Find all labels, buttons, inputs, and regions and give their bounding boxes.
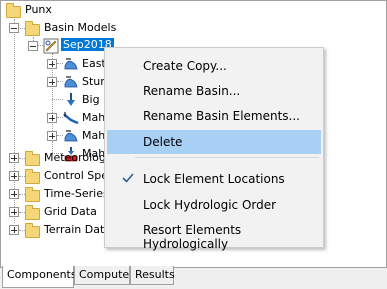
basin-model-icon bbox=[43, 38, 59, 54]
expand-toggle[interactable] bbox=[9, 153, 19, 163]
menu-item-label: Lock Hydrologic Order bbox=[143, 198, 277, 212]
menu-separator bbox=[135, 157, 319, 158]
expand-toggle[interactable] bbox=[47, 131, 57, 141]
subbasin-icon bbox=[64, 76, 78, 88]
tree-node-element-label: Mah bbox=[82, 129, 106, 142]
menu-item-label: Resort Elements Hydrologically bbox=[143, 223, 242, 251]
menu-item-label: Create Copy... bbox=[143, 59, 227, 73]
menu-item-resort-elements[interactable]: Resort Elements Hydrologically bbox=[107, 218, 321, 251]
expand-toggle[interactable] bbox=[47, 59, 57, 69]
subbasin-icon bbox=[64, 130, 78, 142]
tree-node-element-label: East bbox=[82, 57, 106, 70]
folder-icon bbox=[25, 169, 40, 184]
menu-item-lock-hydrologic-order[interactable]: Lock Hydrologic Order bbox=[107, 193, 321, 217]
tree-node-folder-label: Time-Series bbox=[44, 187, 109, 200]
expand-toggle[interactable] bbox=[9, 171, 19, 181]
expand-toggle[interactable] bbox=[9, 207, 19, 217]
tree-node-folder-label: Terrain Data bbox=[44, 223, 111, 236]
explorer-tabs: Components Compute Results bbox=[0, 266, 387, 289]
collapse-toggle[interactable] bbox=[28, 41, 38, 51]
context-menu: Create Copy... Rename Basin... Rename Ba… bbox=[104, 47, 324, 251]
folder-icon bbox=[25, 151, 40, 166]
expand-toggle[interactable] bbox=[47, 77, 57, 87]
expand-toggle[interactable] bbox=[9, 189, 19, 199]
menu-item-label: Delete bbox=[143, 135, 183, 149]
folder-icon bbox=[25, 187, 40, 202]
tab-compute[interactable]: Compute bbox=[74, 266, 130, 285]
menu-item-rename-basin[interactable]: Rename Basin... bbox=[107, 79, 321, 103]
folder-icon bbox=[25, 205, 40, 220]
tree-node-folder-label: Grid Data bbox=[44, 205, 97, 218]
menu-item-create-copy[interactable]: Create Copy... bbox=[107, 54, 321, 78]
collapse-toggle[interactable] bbox=[9, 23, 19, 33]
folder-icon bbox=[6, 3, 21, 18]
expand-toggle[interactable] bbox=[9, 225, 19, 235]
tab-results[interactable]: Results bbox=[130, 266, 175, 285]
menu-item-label: Lock Element Locations bbox=[143, 172, 285, 186]
subbasin-icon bbox=[64, 58, 78, 70]
tree-node-project-label: Punx bbox=[25, 3, 52, 16]
menu-item-label: Rename Basin... bbox=[143, 84, 241, 98]
reach-icon bbox=[63, 112, 79, 125]
folder-icon bbox=[25, 21, 40, 36]
folder-icon bbox=[25, 223, 40, 238]
tree-node-basin-models-label: Basin Models bbox=[44, 21, 117, 34]
menu-item-rename-basin-elements[interactable]: Rename Basin Elements... bbox=[107, 104, 321, 128]
menu-item-delete[interactable]: Delete bbox=[107, 130, 321, 154]
expand-toggle[interactable] bbox=[47, 113, 57, 123]
checkmark-icon bbox=[122, 173, 134, 183]
tab-components[interactable]: Components bbox=[2, 266, 77, 288]
junction-icon bbox=[67, 93, 75, 106]
menu-item-label: Rename Basin Elements... bbox=[143, 109, 300, 123]
tree-node-element-label: Mah bbox=[82, 111, 106, 124]
menu-item-lock-element-locations[interactable]: Lock Element Locations bbox=[107, 167, 321, 191]
